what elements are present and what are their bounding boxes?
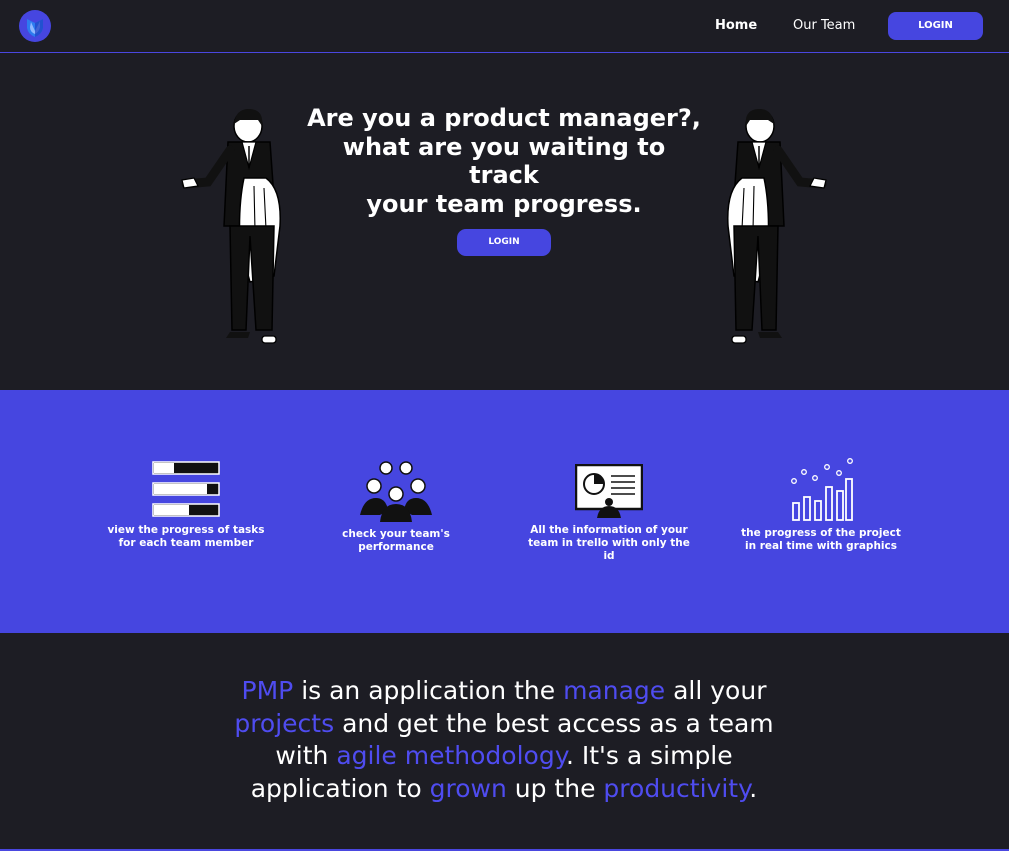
- hero-title-line-1: Are you a product manager?,: [307, 104, 701, 132]
- about-segment: all your: [665, 676, 767, 705]
- businessman-illustration-right: [727, 108, 827, 344]
- hero-title-line-2: what are you waiting to track: [342, 132, 666, 190]
- about-text: PMP is an application the manage all you…: [234, 675, 774, 805]
- hero-section: Are you a product manager?, what are you…: [0, 54, 1009, 390]
- nav-our-team-link[interactable]: Our Team: [793, 18, 855, 33]
- highlight-productivity: productivity: [603, 773, 750, 803]
- navbar: Home Our Team LOGIN: [0, 0, 1009, 53]
- page: Home Our Team LOGIN Are you a product ma…: [0, 0, 1009, 851]
- feature-label: check your team's performance: [342, 528, 450, 553]
- nav-home-link[interactable]: Home: [715, 18, 757, 33]
- highlight-agile: agile methodology: [336, 741, 566, 770]
- highlight-grown: grown: [429, 773, 507, 803]
- feature-team: check your team's performance: [311, 460, 481, 554]
- features-section: view the progress of tasks for each team…: [0, 390, 1009, 633]
- feature-label: view the progress of tasks for each team…: [107, 524, 265, 549]
- highlight-projects: projects: [234, 708, 335, 738]
- feature-label: the progress of the project in real time…: [741, 527, 901, 552]
- hero-login-button[interactable]: LOGIN: [457, 229, 551, 256]
- feature-graphics: the progress of the project in real time…: [736, 457, 906, 553]
- feature-label: All the information of your team in trel…: [528, 524, 690, 562]
- feature-trello: All the information of your team in trel…: [524, 464, 694, 563]
- hero-title: Are you a product manager?, what are you…: [304, 104, 704, 218]
- hero-title-line-3: your team progress.: [366, 189, 642, 218]
- presentation-board-icon: [575, 464, 643, 518]
- about-segment: is an application the: [293, 676, 564, 705]
- brand-logo-icon[interactable]: [18, 10, 53, 42]
- bar-chart-icon: [791, 458, 853, 521]
- highlight-pmp: PMP: [241, 676, 294, 705]
- highlight-manage: manage: [563, 676, 666, 705]
- team-group-icon: [360, 461, 432, 522]
- progress-bars-icon: [152, 461, 220, 517]
- feature-progress: view the progress of tasks for each team…: [101, 460, 271, 550]
- about-section: PMP is an application the manage all you…: [0, 633, 1009, 851]
- about-segment: .: [749, 773, 758, 803]
- nav-login-button[interactable]: LOGIN: [888, 12, 983, 40]
- about-segment: up the: [506, 773, 604, 803]
